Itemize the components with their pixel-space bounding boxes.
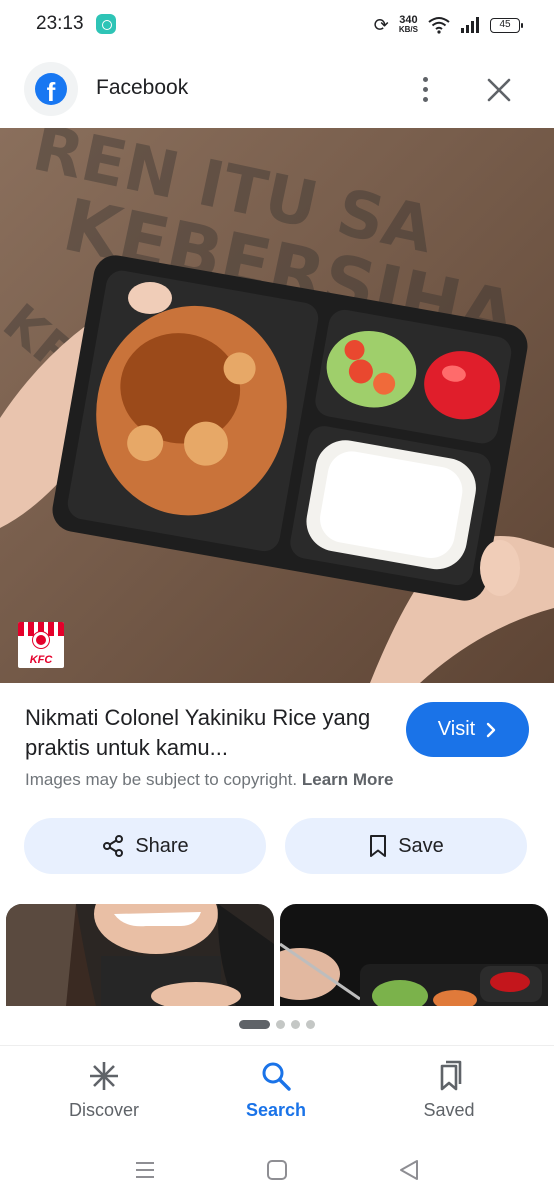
more-dot <box>422 86 428 92</box>
visit-label: Visit <box>437 718 476 740</box>
back-icon[interactable] <box>394 1155 424 1185</box>
food-photo: REN ITU SA KEBERSIHA KFC <box>0 128 554 683</box>
nav-saved[interactable]: Saved <box>379 1060 519 1121</box>
chevron-right-icon <box>487 722 496 737</box>
related-image[interactable] <box>280 904 548 1006</box>
system-nav-bar <box>0 1140 554 1200</box>
image-title[interactable]: Nikmati Colonel Yakiniku Rice yang prakt… <box>25 703 385 763</box>
pager-dot <box>276 1020 285 1029</box>
status-bar: 23:13 ⟳ 340 KB/S 45 <box>0 0 554 50</box>
network-speed: 340 KB/S <box>399 15 418 35</box>
recent-apps-icon[interactable] <box>130 1155 160 1185</box>
more-options-button[interactable] <box>408 71 442 107</box>
source-title: Facebook <box>96 76 189 99</box>
carousel-pager <box>0 1020 554 1029</box>
network-speed-unit: KB/S <box>398 25 418 34</box>
save-button[interactable]: Save <box>285 818 527 874</box>
share-label: Share <box>135 834 189 857</box>
status-time: 23:13 <box>36 13 84 34</box>
save-label: Save <box>398 834 444 857</box>
battery-icon: 45 <box>490 17 523 33</box>
nav-search-label: Search <box>245 1100 307 1120</box>
signal-icon <box>461 17 479 33</box>
related-photo-food <box>280 904 548 1006</box>
facebook-logo[interactable]: f <box>24 62 78 116</box>
colonel-icon <box>33 632 49 648</box>
close-icon[interactable] <box>482 73 516 107</box>
copyright-text: Images may be subject to copyright. <box>25 770 298 789</box>
more-dot <box>422 76 428 82</box>
share-button[interactable]: Share <box>24 818 266 874</box>
kfc-logo: KFC <box>18 622 64 668</box>
chat-notification-icon <box>96 14 116 34</box>
related-photo-woman <box>6 904 274 1006</box>
bookmark-icon <box>370 835 387 857</box>
bluetooth-icon: ⟳ <box>373 14 389 35</box>
pager-dot <box>291 1020 300 1029</box>
related-image[interactable] <box>6 904 274 1006</box>
bookmarks-icon <box>440 1060 462 1091</box>
facebook-icon: f <box>35 73 67 105</box>
nav-saved-label: Saved <box>423 1100 475 1120</box>
preview-image[interactable]: REN ITU SA KEBERSIHA KFC <box>0 128 554 683</box>
home-icon[interactable] <box>262 1155 292 1185</box>
network-speed-value: 340 <box>399 14 418 26</box>
pager-dot-active <box>239 1020 270 1029</box>
copyright-notice: Images may be subject to copyright. Lear… <box>25 770 394 790</box>
bottom-nav: Discover Search Saved <box>0 1045 554 1135</box>
kfc-logo-text: KFC <box>29 654 53 666</box>
share-icon <box>103 835 124 857</box>
nav-search[interactable]: Search <box>206 1060 346 1121</box>
search-icon <box>262 1062 291 1091</box>
source-header: f Facebook <box>0 58 554 120</box>
nav-discover[interactable]: Discover <box>34 1060 174 1121</box>
pager-dot <box>306 1020 315 1029</box>
visit-button[interactable]: Visit <box>406 702 529 757</box>
wifi-icon <box>428 17 450 34</box>
more-dot <box>422 96 428 102</box>
asterisk-icon <box>90 1062 118 1090</box>
status-icons: ⟳ 340 KB/S 45 <box>373 12 523 38</box>
learn-more-link[interactable]: Learn More <box>302 770 394 789</box>
nav-discover-label: Discover <box>68 1100 139 1120</box>
